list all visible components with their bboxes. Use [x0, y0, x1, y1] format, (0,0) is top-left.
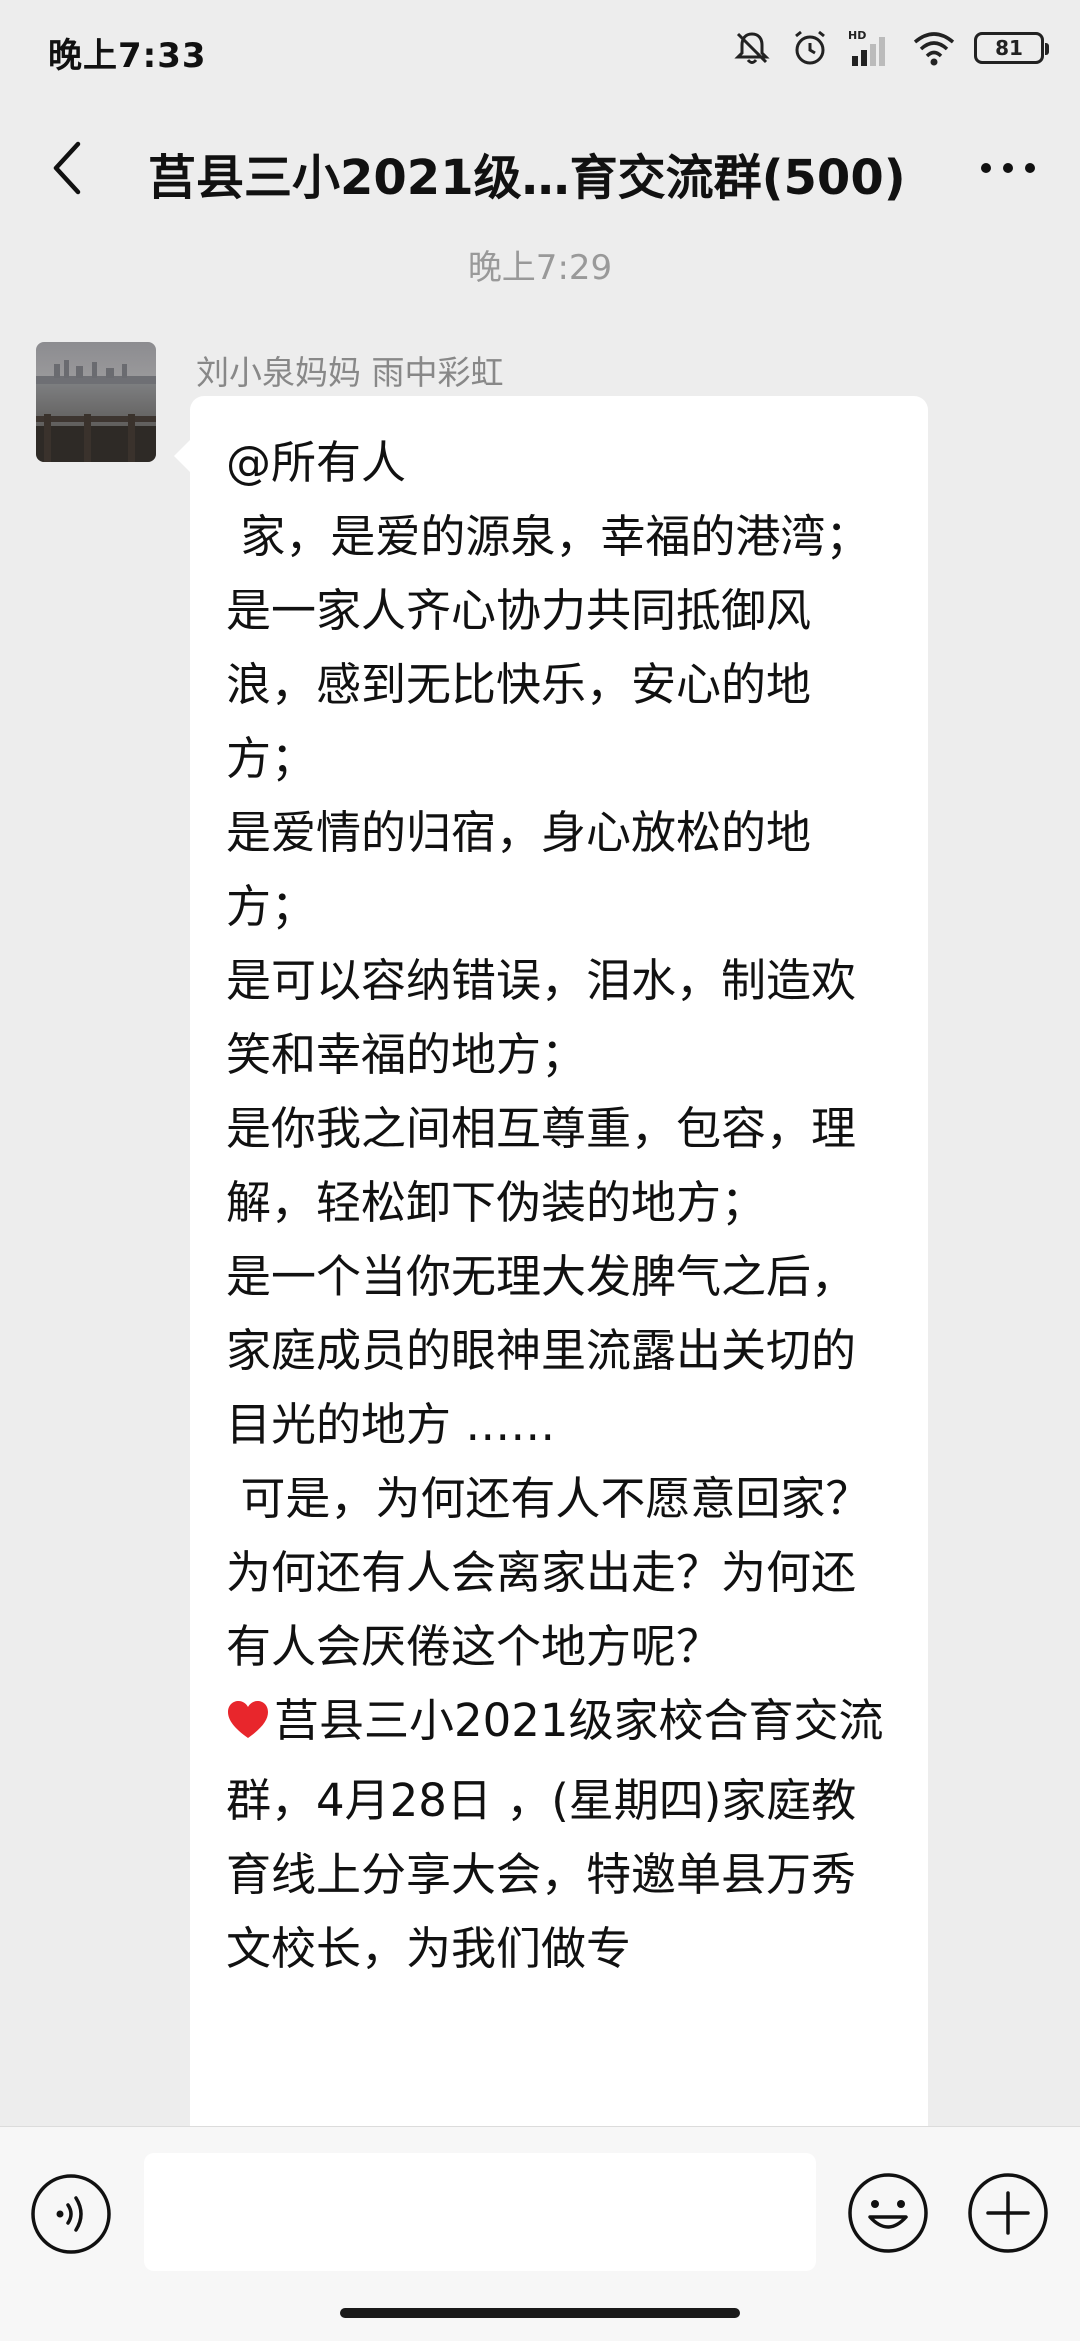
- status-time: 晚上7:33: [48, 36, 207, 76]
- chat-title[interactable]: 莒县三小2021级…育交流群(500): [148, 138, 938, 208]
- message-text-part-1: @所有人 家，是爱的源泉，幸福的港湾； 是一家人齐心协力共同抵御风浪，感到无比快…: [226, 436, 871, 1673]
- home-indicator[interactable]: [340, 2308, 740, 2318]
- svg-text:HD: HD: [848, 29, 866, 42]
- mute-bell-icon: [732, 28, 772, 68]
- hd-signal-icon: HD: [848, 28, 894, 68]
- plus-icon: [966, 2173, 1050, 2259]
- message-bubble[interactable]: @所有人 家，是爱的源泉，幸福的港湾； 是一家人齐心协力共同抵御风浪，感到无比快…: [174, 396, 928, 2296]
- message-timestamp: 晚上7:29: [467, 248, 613, 288]
- voice-button[interactable]: [30, 2173, 112, 2255]
- chevron-left-icon: [48, 140, 88, 200]
- status-bar: 晚上7:33 HD 81: [0, 0, 1080, 100]
- plus-button[interactable]: [966, 2171, 1050, 2255]
- emoji-button[interactable]: [846, 2171, 930, 2255]
- message-text: @所有人 家，是爱的源泉，幸福的港湾； 是一家人齐心协力共同抵御风浪，感到无比快…: [226, 426, 892, 1986]
- battery-level: 81: [995, 36, 1023, 60]
- message-text-part-2: 莒县三小2021级家校合育交流群，4月28日 ，(星期四)家庭教育线上分享大会，…: [226, 1694, 884, 1975]
- alarm-icon: [790, 28, 830, 68]
- sender-name: 刘小泉妈妈 雨中彩虹: [196, 353, 504, 392]
- back-button[interactable]: [28, 130, 108, 210]
- red-heart-icon: [226, 1690, 270, 1764]
- avatar[interactable]: [36, 342, 156, 462]
- wifi-icon: [912, 28, 956, 68]
- message-input[interactable]: [144, 2153, 816, 2271]
- more-dots-icon: [978, 160, 1038, 180]
- voice-icon: [30, 2174, 112, 2259]
- more-button[interactable]: [968, 130, 1048, 210]
- status-icons: HD 81: [732, 26, 1049, 70]
- chat-header: 莒县三小2021级…育交流群(500): [0, 100, 1080, 240]
- battery-icon: 81: [974, 32, 1049, 64]
- emoji-icon: [846, 2173, 930, 2259]
